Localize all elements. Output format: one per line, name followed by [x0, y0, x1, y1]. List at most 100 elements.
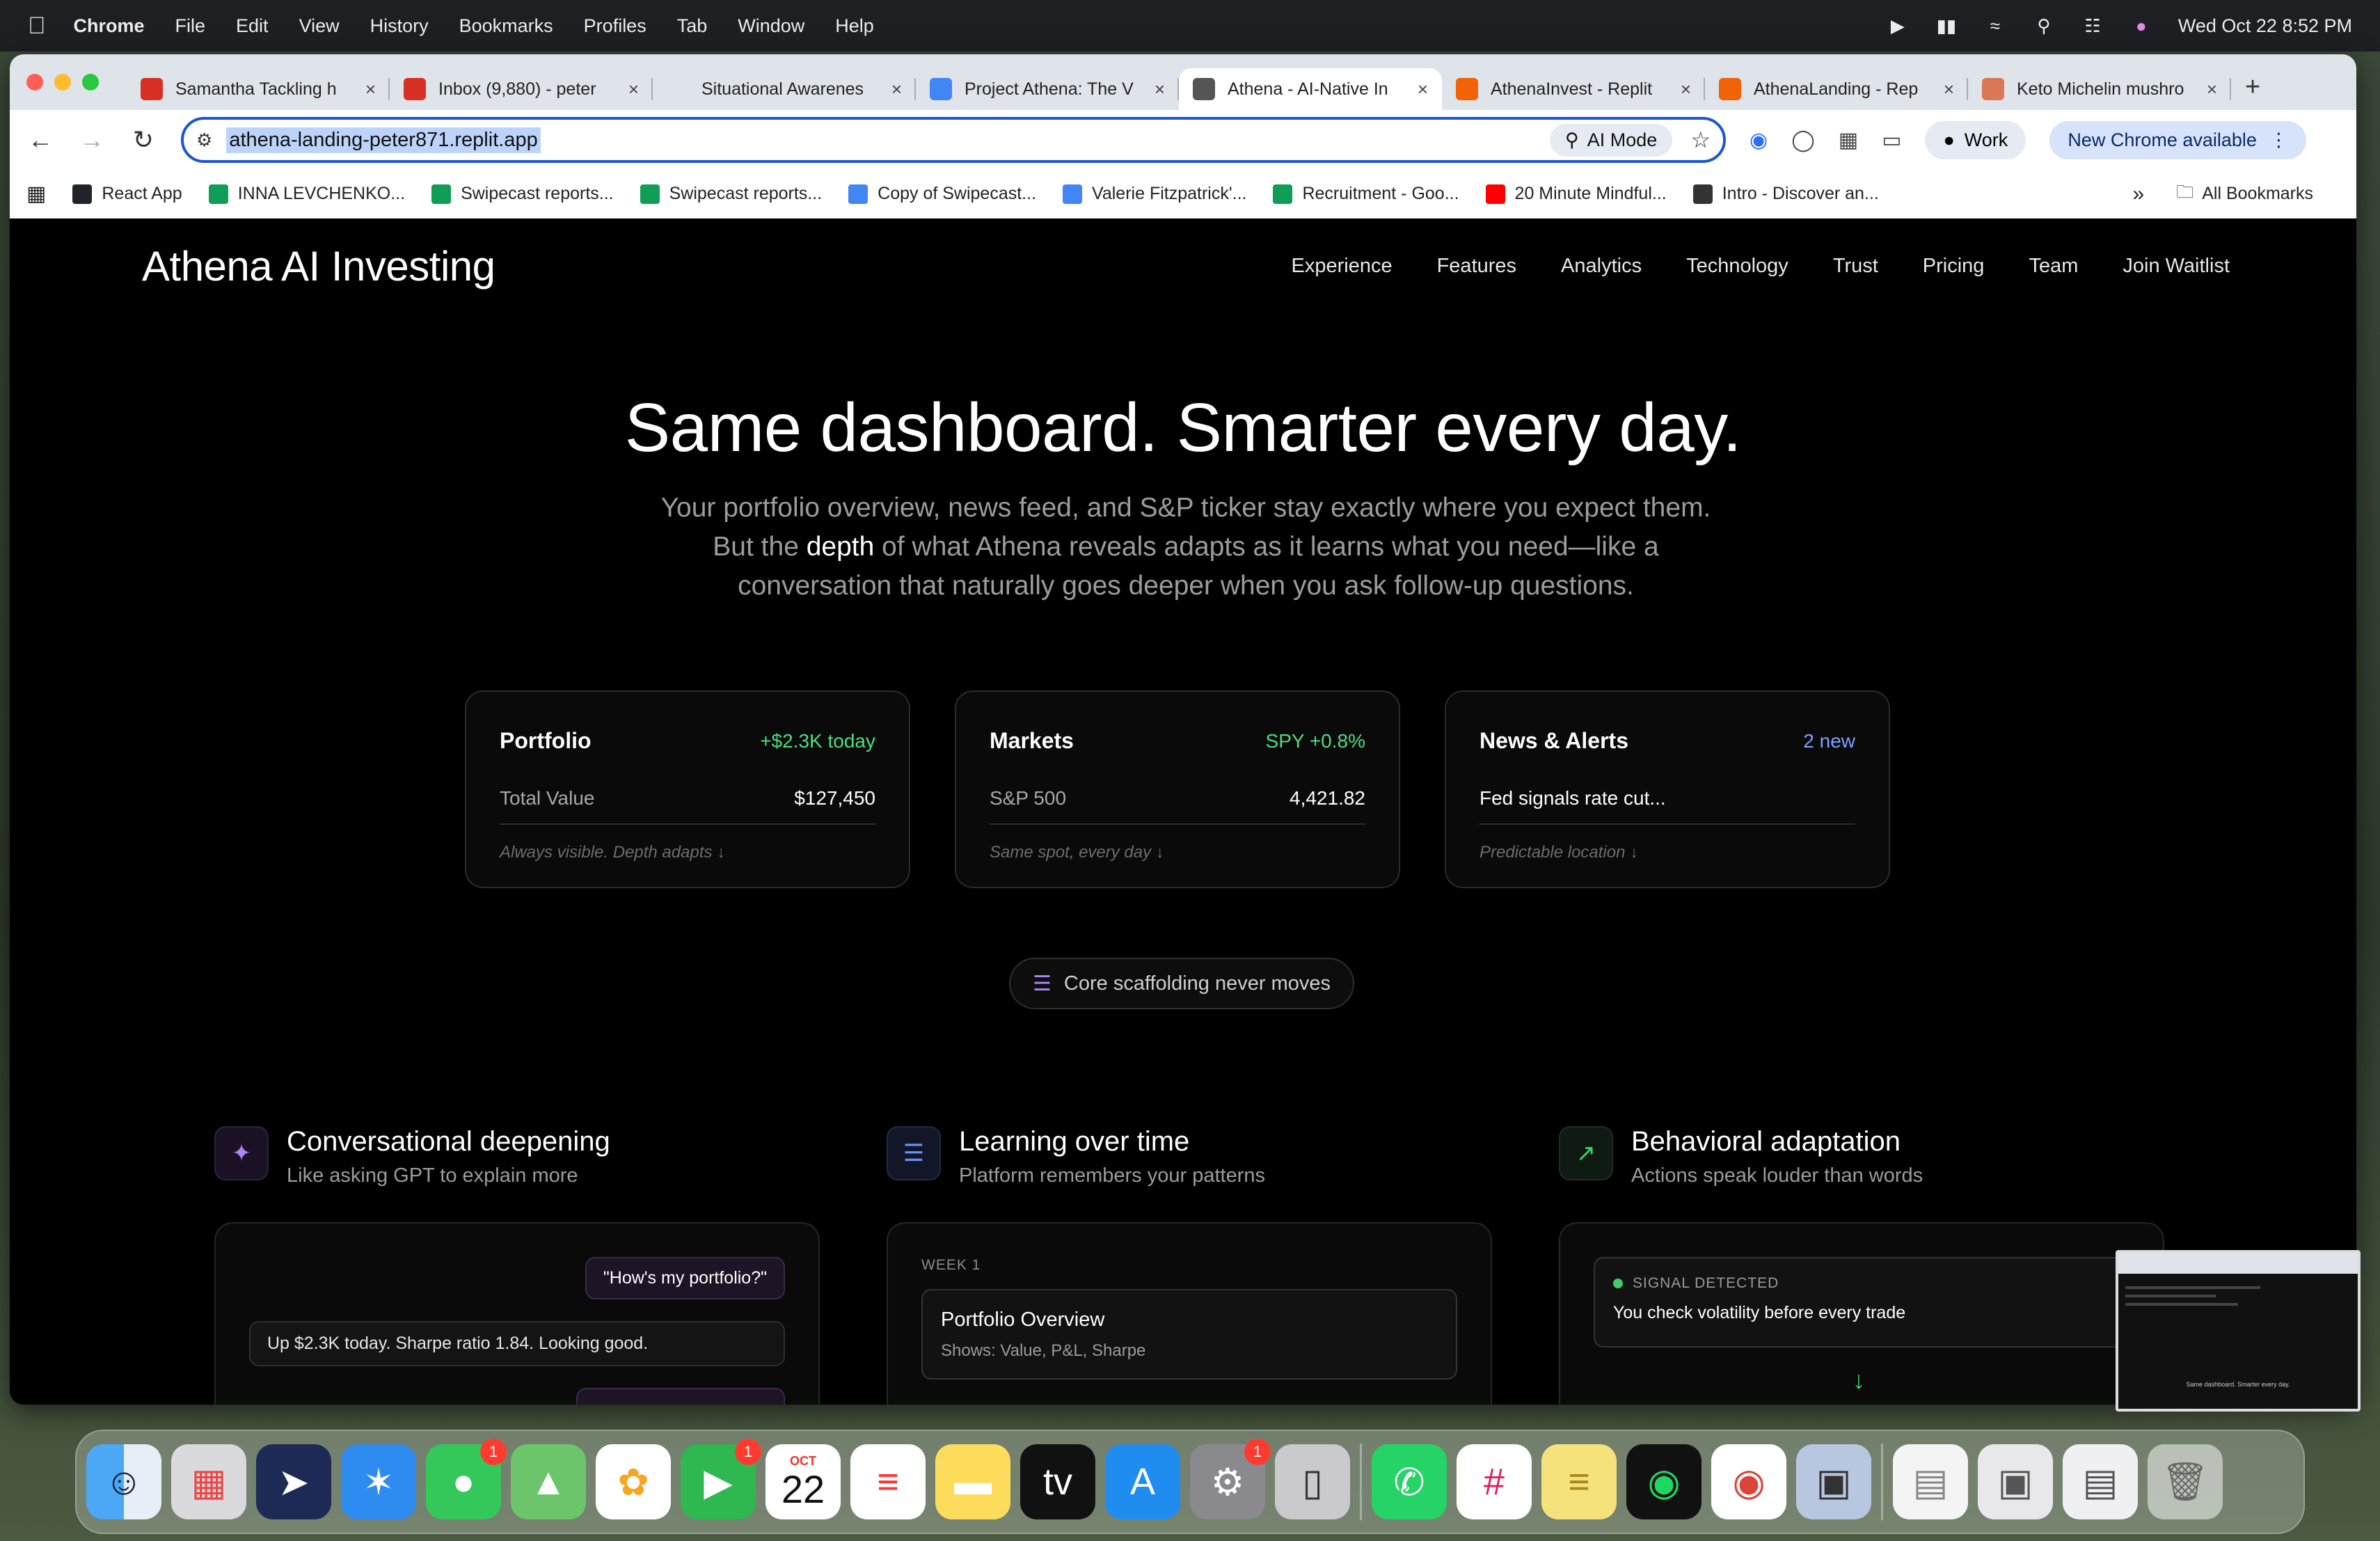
browser-tab[interactable]: Situational Awarenes ×: [653, 68, 916, 110]
reload-button[interactable]: ↻: [129, 125, 157, 155]
bookmark-item[interactable]: INNA LEVCHENKO...: [208, 184, 405, 204]
preview-icon[interactable]: ▣: [1796, 1444, 1871, 1519]
chrome-update-button[interactable]: New Chrome available ⋮: [2049, 120, 2306, 159]
browser-tab[interactable]: AthenaLanding - Rep ×: [1705, 68, 1968, 110]
close-tab-icon[interactable]: ×: [891, 79, 902, 100]
apple-menu-icon[interactable]: : [28, 13, 46, 40]
stickies-icon[interactable]: ≡: [1541, 1444, 1617, 1519]
close-window-button[interactable]: [26, 74, 43, 90]
search-icon[interactable]: ⚲: [2032, 15, 2056, 36]
notes-icon[interactable]: ▬: [935, 1444, 1010, 1519]
profile-button[interactable]: ● Work: [1925, 120, 2026, 159]
close-tab-icon[interactable]: ×: [1681, 79, 1691, 100]
more-menu-icon[interactable]: ⋮: [2269, 129, 2288, 151]
bookmark-item[interactable]: Copy of Swipecast...: [848, 184, 1036, 204]
app-store-icon[interactable]: A: [1105, 1444, 1180, 1519]
zoom-extension-icon[interactable]: ◉: [1750, 128, 1768, 152]
spotify-icon[interactable]: ◉: [1626, 1444, 1701, 1519]
browser-tab[interactable]: AthenaInvest - Replit ×: [1442, 68, 1705, 110]
bookmark-item[interactable]: Intro - Discover an...: [1692, 184, 1879, 204]
trash-icon[interactable]: 🗑: [2148, 1444, 2223, 1519]
browser-tab[interactable]: Athena - AI-Native In ×: [1179, 68, 1442, 110]
browser-tab[interactable]: Inbox (9,880) - peter ×: [390, 68, 653, 110]
nav-features[interactable]: Features: [1437, 255, 1516, 278]
back-button[interactable]: ←: [26, 125, 54, 155]
close-tab-icon[interactable]: ×: [365, 79, 376, 100]
nav-join-waitlist[interactable]: Join Waitlist: [2123, 255, 2230, 278]
news-headline[interactable]: Fed signals rate cut...: [1479, 787, 1666, 809]
close-tab-icon[interactable]: ×: [1418, 79, 1428, 100]
cast-icon[interactable]: ▭: [1882, 128, 1901, 152]
maps-icon[interactable]: ▲: [511, 1444, 586, 1519]
whatsapp-icon[interactable]: ✆: [1372, 1444, 1447, 1519]
finder-icon[interactable]: ☺: [86, 1444, 161, 1519]
nav-team[interactable]: Team: [2029, 255, 2078, 278]
apps-grid-icon[interactable]: ▦: [26, 182, 46, 206]
calendar-icon[interactable]: OCT 22: [765, 1444, 841, 1519]
menu-bookmarks[interactable]: Bookmarks: [459, 15, 553, 37]
bookmark-item[interactable]: 20 Minute Mindful...: [1485, 184, 1667, 204]
zoom-window-button[interactable]: [82, 74, 99, 90]
menu-history[interactable]: History: [370, 15, 429, 37]
close-tab-icon[interactable]: ×: [1155, 79, 1165, 100]
bookmark-item[interactable]: Swipecast reports...: [431, 184, 614, 204]
downloads-stack-icon[interactable]: ▤: [2063, 1444, 2138, 1519]
system-settings-icon[interactable]: ⚙ 1: [1190, 1439, 1271, 1519]
facetime-icon[interactable]: ▶ 1: [681, 1439, 761, 1519]
bookmark-item[interactable]: React App: [72, 184, 182, 204]
bookmark-item[interactable]: Recruitment - Goo...: [1273, 184, 1459, 204]
close-tab-icon[interactable]: ×: [628, 79, 639, 100]
address-bar[interactable]: ⚙ athena-landing-peter871.replit.app ⚲ A…: [181, 117, 1726, 163]
site-info-icon[interactable]: ⚙: [196, 129, 212, 151]
menu-profiles[interactable]: Profiles: [584, 15, 646, 37]
all-bookmarks-button[interactable]: 🗀 All Bookmarks: [2176, 179, 2313, 209]
slack-icon[interactable]: #: [1457, 1444, 1532, 1519]
menubar-clock[interactable]: Wed Oct 22 8:52 PM: [2178, 15, 2352, 37]
nav-trust[interactable]: Trust: [1833, 255, 1878, 278]
menu-help[interactable]: Help: [835, 15, 874, 37]
window-stack-icon[interactable]: ▣: [1978, 1444, 2053, 1519]
bookmark-star-icon[interactable]: ☆: [1690, 127, 1711, 153]
safari-icon[interactable]: ✶: [341, 1444, 416, 1519]
menu-app-name[interactable]: Chrome: [74, 15, 145, 37]
browser-tab[interactable]: Keto Michelin mushro ×: [1968, 68, 2231, 110]
browser-tab[interactable]: Samantha Tackling h ×: [127, 68, 390, 110]
chrome-icon[interactable]: ◉: [1711, 1444, 1786, 1519]
ai-mode-button[interactable]: ⚲ AI Mode: [1549, 123, 1673, 157]
menu-view[interactable]: View: [299, 15, 340, 37]
play-icon[interactable]: ▶: [1886, 15, 1910, 36]
minimize-window-button[interactable]: [54, 74, 71, 90]
messages-icon[interactable]: ● 1: [426, 1439, 507, 1519]
document-stack-icon[interactable]: ▤: [1893, 1444, 1968, 1519]
new-tab-button[interactable]: +: [2245, 72, 2260, 102]
menu-tab[interactable]: Tab: [677, 15, 708, 37]
reminders-icon[interactable]: ≡: [850, 1444, 926, 1519]
nav-experience[interactable]: Experience: [1292, 255, 1393, 278]
wifi-icon[interactable]: ≈: [1983, 15, 2007, 36]
launchpad-icon[interactable]: ▦: [171, 1444, 246, 1519]
puzzle-icon[interactable]: ▦: [1839, 128, 1858, 152]
nav-analytics[interactable]: Analytics: [1561, 255, 1642, 278]
photos-icon[interactable]: ✿: [596, 1444, 671, 1519]
battery-icon[interactable]: ▮▮: [1935, 15, 1958, 36]
screenshot-thumbnail[interactable]: Same dashboard. Smarter every day.: [2116, 1250, 2361, 1412]
site-logo[interactable]: Athena AI Investing: [142, 242, 495, 290]
nav-technology[interactable]: Technology: [1686, 255, 1788, 278]
close-tab-icon[interactable]: ×: [2207, 79, 2217, 100]
menu-edit[interactable]: Edit: [236, 15, 269, 37]
bookmark-item[interactable]: Valerie Fitzpatrick'...: [1063, 184, 1246, 204]
direct-mail-icon[interactable]: ➤: [256, 1444, 331, 1519]
url-text[interactable]: athena-landing-peter871.replit.app: [226, 127, 541, 153]
browser-tab[interactable]: Project Athena: The V ×: [916, 68, 1179, 110]
iphone-mirroring-icon[interactable]: ▯: [1275, 1444, 1350, 1519]
extension-icon[interactable]: ◯: [1791, 128, 1815, 152]
siri-icon[interactable]: ●: [2129, 15, 2153, 36]
control-center-icon[interactable]: ☷: [2081, 15, 2104, 36]
forward-button[interactable]: →: [78, 125, 106, 155]
bookmark-item[interactable]: Swipecast reports...: [640, 184, 822, 204]
nav-pricing[interactable]: Pricing: [1923, 255, 1985, 278]
close-tab-icon[interactable]: ×: [1944, 79, 1954, 100]
menu-file[interactable]: File: [175, 15, 206, 37]
menu-window[interactable]: Window: [738, 15, 804, 37]
apple-tv-icon[interactable]: tv: [1020, 1444, 1095, 1519]
